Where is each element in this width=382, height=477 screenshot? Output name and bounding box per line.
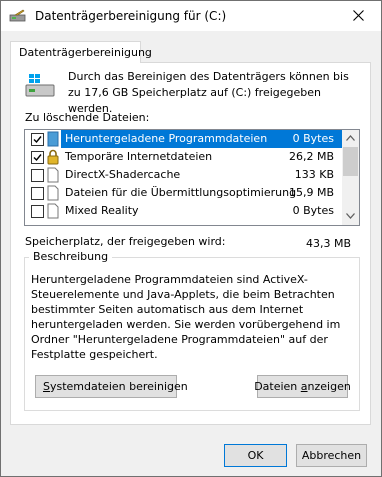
description-legend: Beschreibung [29, 250, 113, 263]
view-button-mnemonic: a [300, 380, 308, 393]
item-name: Temporäre Internetdateien [65, 150, 213, 163]
view-button-label-start: Dateien [254, 380, 301, 393]
ok-button[interactable]: OK [224, 444, 287, 467]
checkmark-icon [33, 154, 42, 162]
disk-cleanup-window: Datenträgerbereinigung für (C:) Datenträ… [0, 0, 382, 477]
chevron-up-icon [346, 135, 355, 141]
tab-disk-cleanup[interactable]: Datenträgerbereinigung [10, 41, 152, 63]
item-checkbox[interactable] [31, 151, 44, 164]
list-item[interactable]: DirectX-Shadercache 133 KB [25, 166, 342, 184]
close-button[interactable] [337, 1, 381, 31]
item-checkbox[interactable] [31, 205, 44, 218]
file-list[interactable]: Heruntergeladene Programmdateien 0 Bytes… [24, 129, 360, 226]
system-button-mnemonic: S [43, 380, 50, 393]
file-icon [47, 167, 59, 183]
file-icon [47, 185, 59, 201]
item-label-area: Dateien für die Übermittlungsoptimierung… [61, 184, 342, 202]
disk-cleanup-icon [9, 9, 26, 22]
item-checkbox[interactable] [31, 133, 44, 146]
window-title: Datenträgerbereinigung für (C:) [35, 9, 227, 23]
view-button-label-end: nzeigen [307, 380, 351, 393]
list-item[interactable]: Dateien für die Übermittlungsoptimierung… [25, 184, 342, 202]
title-bar: Datenträgerbereinigung für (C:) [1, 1, 381, 31]
scroll-down-button[interactable] [342, 208, 359, 225]
item-size: 133 KB [294, 168, 334, 181]
file-icon [47, 203, 59, 219]
view-files-button[interactable]: Dateien a nzeigen [254, 375, 351, 398]
item-size: 0 Bytes [292, 204, 334, 217]
space-freed-label: Speicherplatz, der freigegeben wird: [25, 235, 226, 248]
item-size: 15,9 MB [288, 186, 334, 199]
item-size: 26,2 MB [288, 150, 334, 163]
item-checkbox[interactable] [31, 187, 44, 200]
item-label-area: DirectX-Shadercache 133 KB [61, 166, 342, 184]
list-scrollbar[interactable] [342, 130, 359, 225]
description-text: Heruntergeladene Programmdateien sind Ac… [31, 273, 341, 361]
list-item[interactable]: Mixed Reality 0 Bytes [25, 202, 342, 220]
intro-text: Durch das Bereinigen des Datenträgers kö… [68, 70, 349, 115]
item-label-area: Temporäre Internetdateien 26,2 MB [61, 148, 342, 166]
item-name: Dateien für die Übermittlungsoptimierung [65, 186, 297, 199]
item-name: Mixed Reality [65, 204, 139, 217]
lock-icon [47, 149, 59, 165]
item-label-area: Mixed Reality 0 Bytes [61, 202, 342, 220]
close-icon [353, 10, 364, 21]
item-size: 0 Bytes [292, 132, 334, 145]
tab-panel: Durch das Bereinigen des Datenträgers kö… [10, 62, 371, 425]
files-to-delete-label: Zu löschende Dateien: [25, 111, 150, 124]
list-item[interactable]: Temporäre Internetdateien 26,2 MB [25, 148, 342, 166]
scroll-thumb[interactable] [343, 147, 358, 176]
chevron-down-icon [346, 213, 355, 219]
folder-icon [47, 131, 59, 147]
system-button-label: ystemdateien bereinigen [49, 380, 188, 393]
cancel-button[interactable]: Abbrechen [296, 444, 367, 467]
clean-system-files-button[interactable]: Systemdateien bereinigen [35, 375, 188, 398]
scroll-up-button[interactable] [342, 130, 359, 147]
item-name: Heruntergeladene Programmdateien [65, 132, 268, 145]
item-checkbox[interactable] [31, 169, 44, 182]
space-freed-value: 43,3 MB [305, 237, 351, 250]
item-label-area: Heruntergeladene Programmdateien 0 Bytes [61, 130, 342, 148]
checkmark-icon [33, 136, 42, 144]
list-item[interactable]: Heruntergeladene Programmdateien 0 Bytes [25, 130, 342, 148]
drive-icon [25, 74, 55, 97]
item-name: DirectX-Shadercache [65, 168, 181, 181]
